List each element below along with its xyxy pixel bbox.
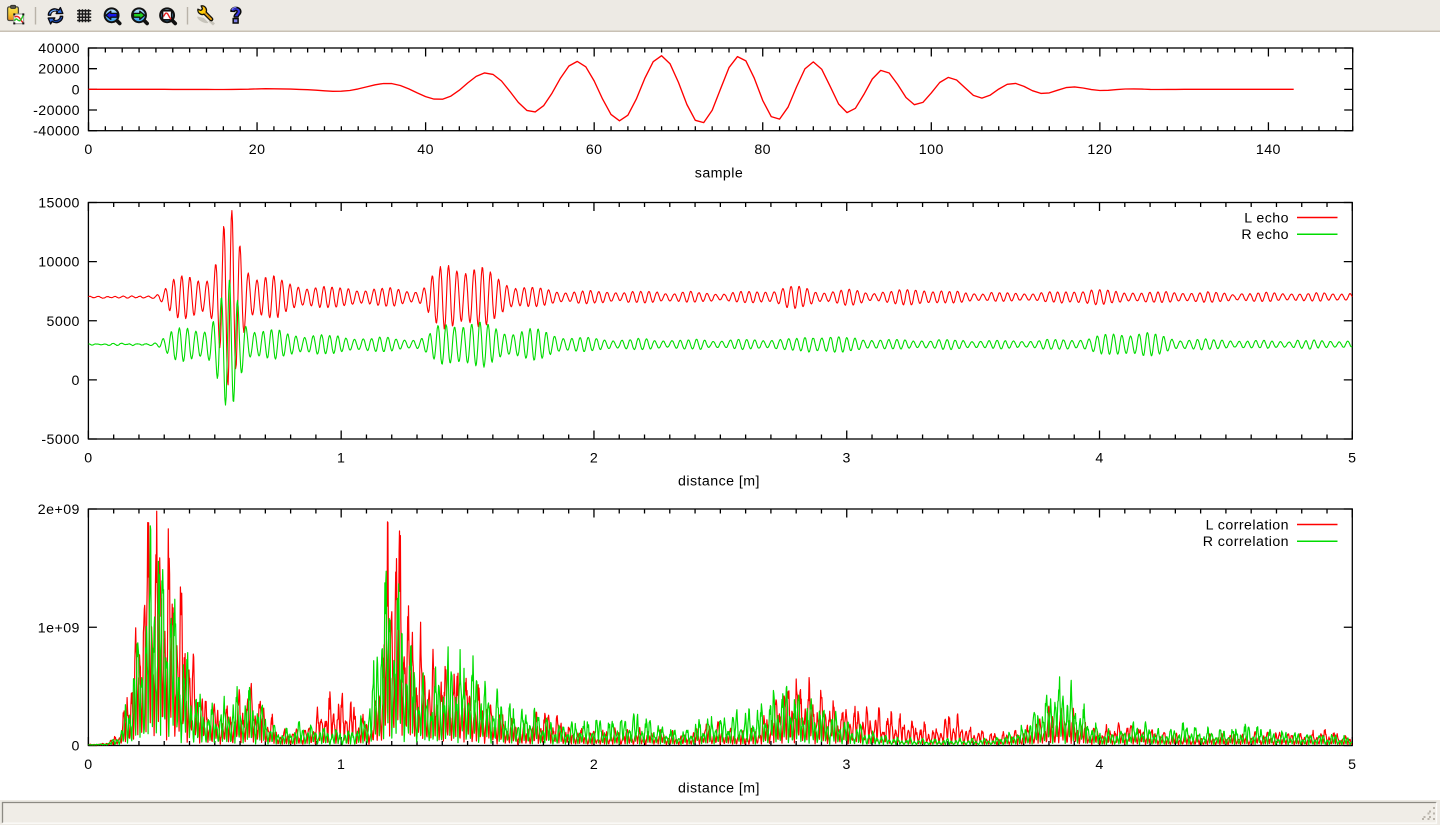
svg-text:0: 0 (72, 739, 80, 755)
svg-text:40: 40 (417, 142, 434, 158)
svg-text:-5000: -5000 (41, 432, 80, 448)
svg-text:15000: 15000 (38, 196, 80, 212)
svg-text:L echo: L echo (1244, 210, 1289, 226)
svg-text:L correlation: L correlation (1206, 517, 1289, 533)
svg-text:4: 4 (1095, 757, 1103, 773)
svg-text:20: 20 (249, 142, 266, 158)
svg-text:-20000: -20000 (33, 103, 80, 119)
svg-text:80: 80 (754, 142, 771, 158)
svg-text:2: 2 (590, 757, 598, 773)
svg-text:0: 0 (84, 142, 92, 158)
svg-text:1: 1 (337, 451, 345, 467)
svg-text:sample: sample (695, 166, 743, 182)
svg-text:3: 3 (843, 757, 851, 773)
svg-text:distance [m]: distance [m] (678, 474, 760, 490)
svg-text:0: 0 (84, 451, 92, 467)
svg-text:2: 2 (590, 451, 598, 467)
svg-text:100: 100 (919, 142, 944, 158)
svg-text:1e+09: 1e+09 (38, 620, 80, 636)
svg-text:distance [m]: distance [m] (678, 781, 760, 797)
svg-text:0: 0 (84, 757, 92, 773)
svg-text:40000: 40000 (38, 41, 80, 57)
svg-text:120: 120 (1087, 142, 1112, 158)
svg-text:1: 1 (337, 757, 345, 773)
svg-text:140: 140 (1256, 142, 1281, 158)
svg-text:2e+09: 2e+09 (38, 502, 80, 518)
svg-text:10000: 10000 (38, 255, 80, 271)
svg-text:0: 0 (72, 373, 80, 389)
svg-text:R correlation: R correlation (1203, 534, 1289, 550)
svg-text:5: 5 (1348, 451, 1356, 467)
svg-text:5000: 5000 (47, 314, 80, 330)
svg-text:5: 5 (1348, 757, 1356, 773)
svg-text:4: 4 (1095, 451, 1103, 467)
svg-text:-40000: -40000 (33, 124, 80, 140)
svg-text:R echo: R echo (1241, 227, 1289, 243)
svg-text:0: 0 (72, 82, 80, 98)
svg-text:20000: 20000 (38, 62, 80, 78)
svg-text:3: 3 (843, 451, 851, 467)
svg-text:60: 60 (586, 142, 603, 158)
